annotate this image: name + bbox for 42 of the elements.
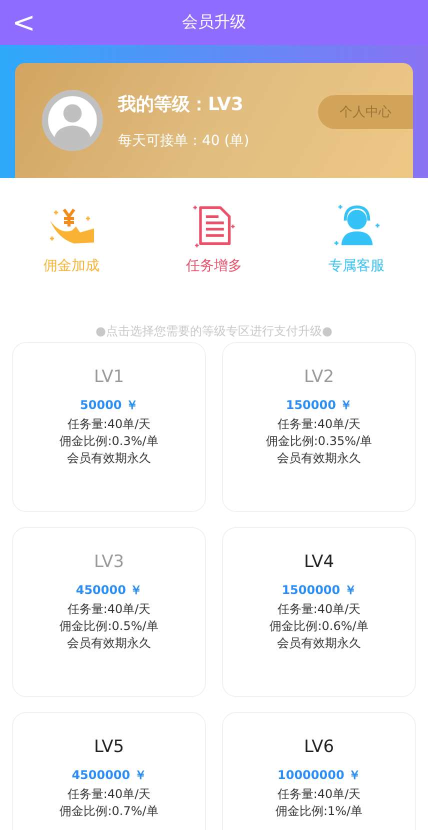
back-button[interactable]: < [12, 6, 36, 39]
level-name: LV1 [94, 367, 124, 387]
level-option-card[interactable]: LV6 10000000 ￥ 任务量:40单/天 佣金比例:1%/单 [222, 712, 416, 830]
avatar-icon [42, 90, 103, 151]
level-detail-text: 会员有效期永久 [67, 635, 151, 652]
level-name: LV6 [304, 737, 334, 757]
level-title: 我的等级：LV3 [118, 92, 244, 116]
price-text: 1500000 ￥ [282, 582, 356, 599]
level-detail-text: 佣金比例:0.7%/单 [60, 803, 158, 820]
level-detail-text: 任务量:40单/天 [277, 786, 361, 803]
price-text: 4500000 ￥ [72, 767, 146, 784]
level-detail-text: 佣金比例:0.3%/单 [60, 433, 158, 450]
level-name: LV4 [304, 552, 334, 572]
level-detail-text: 会员有效期永久 [277, 635, 361, 652]
level-detail-text: 任务量:40单/天 [67, 416, 151, 433]
level-name: LV2 [304, 367, 334, 387]
level-detail-text: 会员有效期永久 [67, 450, 151, 467]
level-name: LV5 [94, 737, 124, 757]
feature-label: 任务增多 [186, 257, 242, 275]
level-option-card[interactable]: LV4 1500000 ￥ 任务量:40单/天 佣金比例:0.6%/单 会员有效期永久 [222, 527, 416, 697]
daily-orders-text: 每天可接单：40 (单) [118, 132, 250, 150]
level-detail-text: 任务量:40单/天 [67, 786, 151, 803]
price-text: 450000 ￥ [76, 582, 142, 599]
price-text: 50000 ￥ [80, 397, 138, 414]
feature-label: 专属客服 [328, 257, 385, 275]
price-text: 10000000 ￥ [278, 767, 360, 784]
level-detail-text: 佣金比例:1%/单 [275, 803, 363, 820]
level-name: LV3 [94, 552, 124, 572]
level-option-card[interactable]: LV3 450000 ￥ 任务量:40单/天 佣金比例:0.5%/单 会员有效期永久 [12, 527, 206, 697]
level-option-card[interactable]: LV5 4500000 ￥ 任务量:40单/天 佣金比例:0.7%/单 [12, 712, 206, 830]
level-option-card[interactable]: LV1 50000 ￥ 任务量:40单/天 佣金比例:0.3%/单 会员有效期永久 [12, 342, 206, 512]
level-detail-text: 任务量:40单/天 [67, 601, 151, 618]
level-detail-text: 佣金比例:0.6%/单 [270, 618, 368, 635]
feature-label: 佣金加成 [43, 257, 100, 275]
level-detail-text: 佣金比例:0.5%/单 [60, 618, 158, 635]
level-detail-text: 任务量:40单/天 [277, 416, 361, 433]
level-detail-text: 任务量:40单/天 [277, 601, 361, 618]
level-detail-text: 会员有效期永久 [277, 450, 361, 467]
page-title: 会员升级 [182, 12, 246, 33]
level-detail-text: 佣金比例:0.35%/单 [266, 433, 372, 450]
price-text: 150000 ￥ [286, 397, 352, 414]
level-option-card[interactable]: LV2 150000 ￥ 任务量:40单/天 佣金比例:0.35%/单 会员有效期永久 [222, 342, 416, 512]
